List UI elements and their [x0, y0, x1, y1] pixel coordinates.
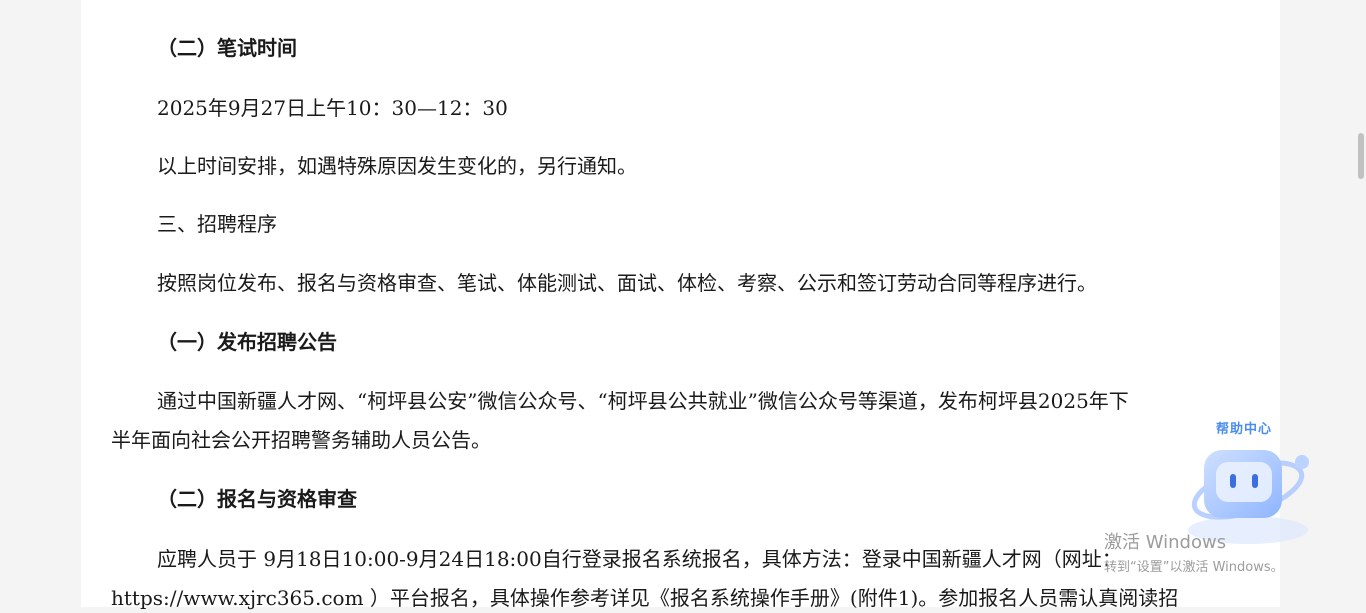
subheading-exam-time: （二）笔试时间: [157, 36, 297, 60]
subheading-registration: （二）报名与资格审查: [157, 487, 357, 511]
windows-activation-watermark: 激活 Windows 转到“设置”以激活 Windows。: [1104, 528, 1284, 575]
watermark-line2: 转到“设置”以激活 Windows。: [1104, 560, 1284, 575]
paragraph-notice: 以上时间安排，如遇特殊原因发生变化的，另行通知。: [157, 154, 637, 178]
paragraph-procedure: 按照岗位发布、报名与资格审查、笔试、体能测试、面试、体检、考察、公示和签订劳动合…: [157, 271, 1097, 295]
paragraph-channels-line1: 通过中国新疆人才网、“柯坪县公安”微信公众号、“柯坪县公共就业”微信公众号等渠道…: [157, 389, 1129, 413]
watermark-line1: 激活 Windows: [1104, 532, 1227, 553]
paragraph-channels-line2: 半年面向社会公开招聘警务辅助人员公告。: [111, 428, 491, 452]
help-center-title: 帮助中心: [1216, 422, 1273, 437]
scrollbar[interactable]: [1349, 0, 1366, 607]
scrollbar-thumb[interactable]: [1358, 133, 1364, 179]
heading-recruitment-procedure: 三、招聘程序: [157, 212, 277, 236]
paragraph-registration-line1: 应聘人员于 9月18日10:00-9月24日18:00自行登录报名系统报名，具体…: [157, 547, 1122, 571]
subheading-publish-notice: （一）发布招聘公告: [157, 330, 337, 354]
document-page: （二）笔试时间 2025年9月27日上午10：30—12：30 以上时间安排，如…: [81, 0, 1280, 610]
paragraph-registration-line2: https://www.xjrc365.com ）平台报名，具体操作参考详见《报…: [111, 586, 1179, 610]
paragraph-exam-date: 2025年9月27日上午10：30—12：30: [157, 96, 508, 120]
